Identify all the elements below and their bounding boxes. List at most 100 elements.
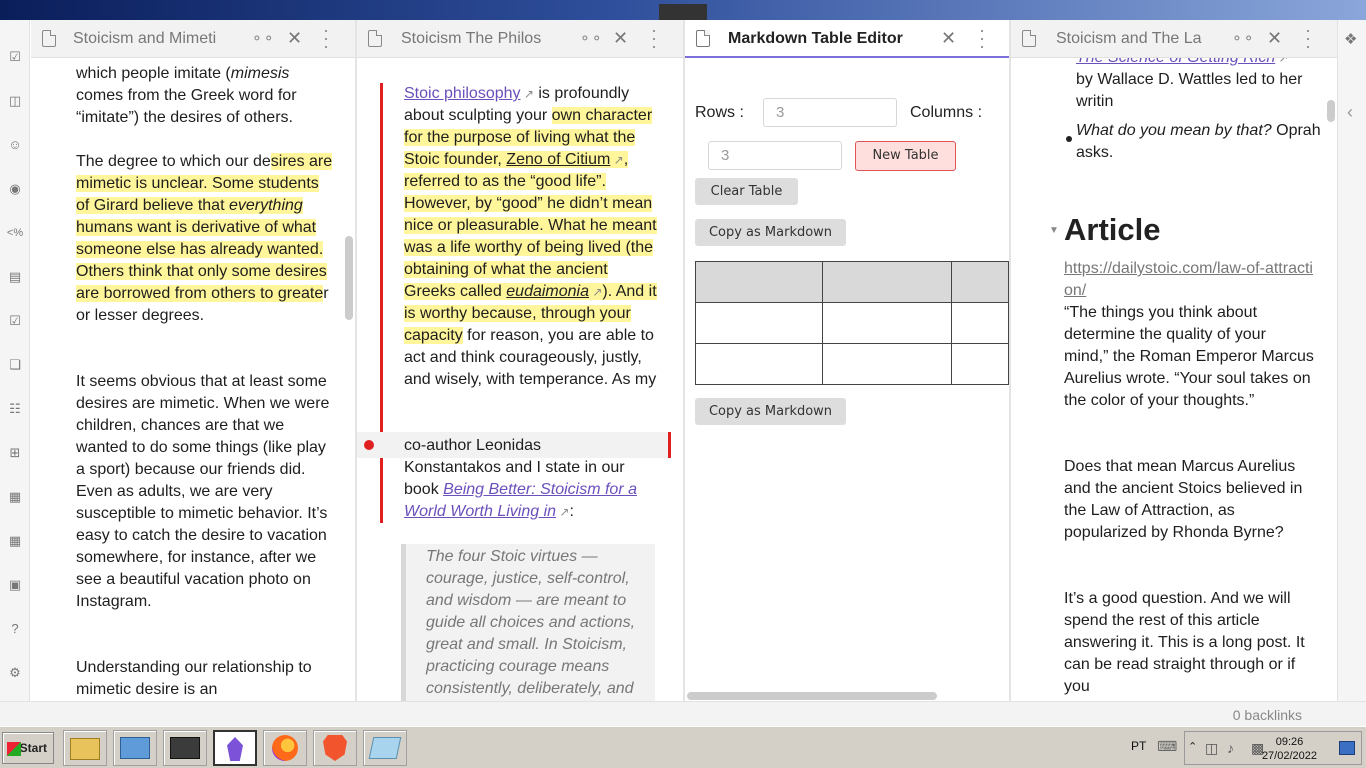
link-science-getting-rich[interactable]: The Science of Getting Rich <box>1076 58 1275 66</box>
obsidian-app-icon[interactable] <box>213 730 257 766</box>
volume-icon[interactable]: ♪ <box>1227 740 1234 756</box>
keyboard-icon[interactable]: ⌨ <box>1157 738 1177 755</box>
copy-icon[interactable]: ❏ <box>6 356 24 374</box>
new-table-button[interactable]: New Table <box>855 141 956 171</box>
system-monitor-icon[interactable] <box>163 730 207 766</box>
close-icon[interactable]: ✕ <box>1267 28 1282 49</box>
table-plus-icon[interactable]: ▦ <box>6 532 24 550</box>
device-icon[interactable]: ◫ <box>1205 740 1218 757</box>
close-icon[interactable]: ✕ <box>287 28 302 49</box>
settings-icon[interactable]: ⚙ <box>6 664 24 682</box>
left-ribbon: ☑ ◫ ☺ ◉ <% ▤ ☑ ❏ ☷ ⊞ ▦ ▦ ▣ ? ⚙ <box>0 20 30 701</box>
paragraph-book: Konstantakos and I state in our book Bei… <box>404 459 637 520</box>
table-cell[interactable] <box>950 261 1009 303</box>
clock[interactable]: 09:26 27/02/2022 <box>1262 735 1317 763</box>
table-cell[interactable] <box>694 343 824 385</box>
document-icon <box>368 30 382 47</box>
link-zeno[interactable]: Zeno of Citium <box>506 151 610 168</box>
document-icon <box>1022 30 1036 47</box>
rows-label: Rows : <box>695 104 744 121</box>
pane-4-title[interactable]: Stoicism and The La <box>1056 30 1218 48</box>
pane-3-title[interactable]: Markdown Table Editor <box>728 30 928 48</box>
status-bar: 0 backlinks <box>0 701 1366 726</box>
top-fragment: The Science of Getting Rich ↗by Wallace … <box>1076 58 1316 113</box>
note-pane-4: Stoicism and The La ⚬⚬ ✕ ··· The Science… <box>1011 20 1337 701</box>
table-cell[interactable] <box>822 261 952 303</box>
chevron-left-icon[interactable]: ‹ <box>1347 102 1353 123</box>
pane-1-scrollbar[interactable] <box>345 236 353 320</box>
file-check-icon[interactable]: ☑ <box>6 48 24 66</box>
tv-icon[interactable]: ◫ <box>6 92 24 110</box>
table-cell[interactable] <box>822 343 952 385</box>
external-link-icon: ↗ <box>556 505 570 519</box>
close-icon[interactable]: ✕ <box>941 28 956 49</box>
table-cell[interactable] <box>694 261 824 303</box>
table-editor-content: Rows : 3 Columns : 3 New Table Clear Tab… <box>685 58 1009 701</box>
start-label: Start <box>19 741 47 755</box>
percent-icon[interactable]: <% <box>6 224 24 242</box>
calendar-check-icon[interactable]: ☑ <box>6 312 24 330</box>
paragraph-3: It seems obvious that at least some desi… <box>76 373 330 610</box>
breakpoint-dot <box>364 440 374 450</box>
table-cell[interactable] <box>950 343 1009 385</box>
backlinks-count[interactable]: 0 backlinks <box>1233 707 1302 723</box>
link-stoic-philosophy[interactable]: Stoic philosophy <box>404 85 521 102</box>
clear-table-button[interactable]: Clear Table <box>695 178 798 205</box>
columns-input[interactable]: 3 <box>708 141 842 170</box>
language-indicator[interactable]: PT <box>1131 739 1146 753</box>
brave-browser-icon[interactable] <box>313 730 357 766</box>
smile-icon[interactable]: ☺ <box>6 136 24 154</box>
file-list-icon[interactable]: ▤ <box>6 268 24 286</box>
file-explorer-icon[interactable] <box>63 730 107 766</box>
pane-2-content: Stoic philosophy ↗ is profoundly about s… <box>357 58 683 701</box>
table-editor-pane: Markdown Table Editor ✕ · · · Rows : 3 Col… <box>685 20 1009 701</box>
pin-icon[interactable]: ❖ <box>1344 30 1357 48</box>
pane-1-title[interactable]: Stoicism and Mimeti <box>73 30 235 48</box>
notes-app-icon[interactable] <box>363 730 407 766</box>
clock-time: 09:26 <box>1275 736 1304 748</box>
table-cell[interactable] <box>694 302 824 344</box>
clock-date: 27/02/2022 <box>1261 750 1317 762</box>
copy-markdown-button-2[interactable]: Copy as Markdown <box>695 398 846 425</box>
reading-mode-icon[interactable]: ⚬⚬ <box>579 30 602 47</box>
table-cell[interactable] <box>822 302 952 344</box>
right-sidebar-strip: ❖ ‹ <box>1337 20 1366 701</box>
firefox-icon[interactable] <box>263 730 307 766</box>
more-options-icon[interactable]: · · · <box>1305 21 1311 55</box>
collapse-arrow-icon[interactable]: ▼ <box>1049 225 1059 236</box>
tray-expand-icon[interactable]: ⌃ <box>1188 740 1197 753</box>
show-desktop-icon[interactable] <box>1339 741 1355 755</box>
help-icon[interactable]: ? <box>6 620 24 638</box>
blockquote: The four Stoic virtues — courage, justic… <box>401 544 655 701</box>
more-options-icon[interactable]: · · · <box>323 21 329 55</box>
close-icon[interactable]: ✕ <box>613 28 628 49</box>
more-options-icon[interactable]: · · · <box>651 21 657 55</box>
start-button[interactable]: Start <box>2 732 54 764</box>
markdown-table <box>694 261 1009 385</box>
article-paragraph-2: Does that mean Marcus Aurelius and the a… <box>1064 458 1303 541</box>
table-cell[interactable] <box>950 302 1009 344</box>
pane-4-header: Stoicism and The La ⚬⚬ ✕ · · · <box>1011 20 1337 58</box>
grid-plus-icon[interactable]: ⊞ <box>6 444 24 462</box>
cards-icon[interactable]: ☷ <box>6 400 24 418</box>
link-eudaimonia[interactable]: eudaimonia <box>506 283 589 300</box>
copy-markdown-button[interactable]: Copy as Markdown <box>695 219 846 246</box>
windows-logo-icon <box>7 742 21 756</box>
camera-icon[interactable]: ▣ <box>6 576 24 594</box>
pane-4-content: The Science of Getting Rich ↗by Wallace … <box>1011 58 1337 701</box>
rows-input[interactable]: 3 <box>763 98 897 127</box>
system-tray: ⌃ ◫ ♪ ▩ 09:26 27/02/2022 <box>1184 731 1362 765</box>
pane-4-scrollbar[interactable] <box>1327 100 1335 122</box>
record-icon[interactable]: ◉ <box>6 180 24 198</box>
document-icon <box>42 30 56 47</box>
reading-mode-icon[interactable]: ⚬⚬ <box>1231 30 1254 47</box>
horizontal-scrollbar[interactable] <box>687 692 937 700</box>
control-panel-icon[interactable] <box>113 730 157 766</box>
pane-2-title[interactable]: Stoicism The Philos <box>401 30 565 48</box>
article-heading: Article <box>1064 212 1161 247</box>
table-icon[interactable]: ▦ <box>6 488 24 506</box>
table-row <box>694 343 1009 385</box>
article-url-link[interactable]: https://dailystoic.com/law-of-attraction… <box>1064 258 1314 302</box>
reading-mode-icon[interactable]: ⚬⚬ <box>251 30 274 47</box>
more-options-icon[interactable]: · · · <box>979 21 985 55</box>
